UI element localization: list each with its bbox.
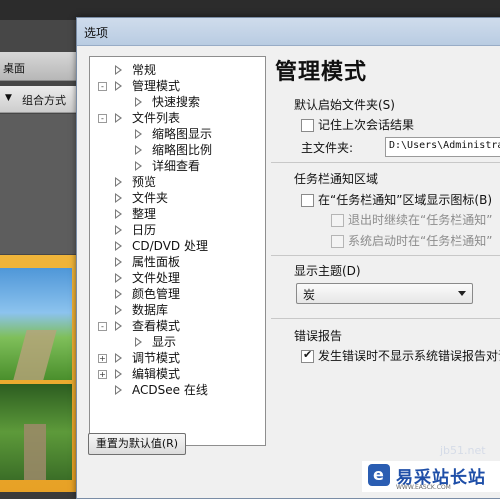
dialog-titlebar[interactable]: 选项 — [77, 18, 500, 46]
options-dialog: 选项 常规 - 管理模式快速搜索 - 文件列表缩略图显示缩略图比例详细查看预览文件夹整理… — [76, 17, 500, 499]
triangle-icon — [115, 385, 122, 395]
section-divider — [271, 255, 500, 256]
tree-item-label: ACDSee 在线 — [132, 383, 208, 397]
continue-on-exit-label: 退出时继续在“任务栏通知” — [348, 213, 493, 227]
show-tray-icon-label: 在“任务栏通知”区域显示图标(B) — [318, 193, 493, 207]
sort-toolbar: ▼ 组合方式 — [0, 86, 80, 113]
triangle-icon — [115, 177, 122, 187]
triangle-icon — [135, 337, 142, 347]
triangle-icon — [115, 113, 122, 123]
collapse-icon[interactable]: - — [98, 114, 107, 123]
tree-item-label: 调节模式 — [132, 351, 181, 365]
tree-item-label: 预览 — [132, 175, 157, 189]
main-folder-field[interactable]: D:\Users\Administrator — [385, 137, 500, 157]
section-divider — [271, 318, 500, 319]
reset-defaults-button[interactable]: 重置为默认值(R) — [88, 433, 186, 455]
collapse-icon[interactable]: - — [98, 322, 107, 331]
watermark-url: WWW.EASCK.COM — [396, 484, 451, 491]
triangle-icon — [135, 97, 142, 107]
triangle-icon — [115, 241, 122, 251]
site-logo-icon — [368, 464, 390, 486]
folder-panel — [0, 114, 80, 254]
watermark-logo: 易采站长站 WWW.EASCK.COM — [362, 461, 500, 492]
remember-session-label: 记住上次会话结果 — [318, 118, 415, 132]
tree-item-label: 数据库 — [132, 303, 169, 317]
chevron-down-icon — [458, 291, 466, 296]
triangle-icon — [115, 321, 122, 331]
triangle-icon — [115, 273, 122, 283]
theme-selected-value: 炭 — [303, 288, 316, 302]
tree-item-label: 缩略图显示 — [152, 127, 213, 141]
dropdown-arrow-icon[interactable]: ▼ — [5, 93, 12, 103]
tree-item-label: 管理模式 — [132, 79, 181, 93]
thumbnail-image[interactable] — [0, 384, 72, 480]
triangle-icon — [115, 209, 122, 219]
triangle-icon — [115, 353, 122, 363]
triangle-icon — [115, 225, 122, 235]
collapse-icon[interactable]: - — [98, 82, 107, 91]
expand-icon[interactable]: + — [98, 370, 107, 379]
triangle-icon — [135, 145, 142, 155]
tree-item-label: 显示 — [152, 335, 177, 349]
suppress-error-report-label: 发生错误时不显示系统错误报告对话框 — [318, 349, 500, 363]
error-report-section-label: 错误报告 — [294, 329, 343, 343]
section-divider — [271, 162, 500, 163]
triangle-icon — [135, 161, 142, 171]
tree-item-label: 详细查看 — [152, 159, 201, 173]
main-folder-label: 主文件夹: — [301, 141, 354, 155]
tree-item-label: CD/DVD 处理 — [132, 239, 208, 253]
tree-item-label: 快速搜索 — [152, 95, 201, 109]
show-tray-icon-checkbox[interactable] — [301, 194, 314, 207]
suppress-error-report-checkbox[interactable] — [301, 348, 314, 363]
group-by-button[interactable]: 组合方式 — [22, 92, 66, 108]
startup-folder-section-label: 默认启始文件夹(S) — [294, 98, 395, 112]
remember-session-checkbox[interactable] — [301, 119, 314, 132]
tree-item-label: 常规 — [132, 63, 157, 77]
main-folder-value: D:\Users\Administrator — [389, 140, 500, 151]
triangle-icon — [115, 65, 122, 75]
triangle-icon — [135, 129, 142, 139]
tree-item-label: 查看模式 — [132, 319, 181, 333]
options-tree[interactable]: 常规 - 管理模式快速搜索 - 文件列表缩略图显示缩略图比例详细查看预览文件夹整理日历 C… — [89, 56, 266, 446]
app-toolbar: 桌面 — [0, 52, 80, 81]
continue-on-exit-checkbox[interactable] — [331, 214, 344, 227]
triangle-icon — [115, 305, 122, 315]
triangle-icon — [115, 369, 122, 379]
thumbnail-image[interactable] — [0, 268, 72, 380]
page-title: 管理模式 — [275, 60, 368, 85]
start-on-boot-label: 系统启动时在“任务栏通知” — [348, 234, 493, 248]
triangle-icon — [115, 257, 122, 267]
tree-item-label: 日历 — [132, 223, 157, 237]
triangle-icon — [115, 193, 122, 203]
triangle-icon — [115, 289, 122, 299]
tree-item-label: 颜色管理 — [132, 287, 181, 301]
expand-icon[interactable]: + — [98, 354, 107, 363]
tree-item-label: 文件夹 — [132, 191, 169, 205]
tree-item-label: 整理 — [132, 207, 157, 221]
dialog-title: 选项 — [84, 26, 109, 40]
taskbar-section-label: 任务栏通知区域 — [294, 172, 379, 186]
toolbar-label[interactable]: 桌面 — [3, 60, 25, 76]
tree-item-label: 缩略图比例 — [152, 143, 213, 157]
start-on-boot-checkbox[interactable] — [331, 235, 344, 248]
theme-section-label: 显示主题(D) — [294, 264, 361, 278]
tree-item-label: 文件列表 — [132, 111, 181, 125]
tree-item-label: 编辑模式 — [132, 367, 181, 381]
watermark-text: jb51.net — [440, 444, 486, 457]
triangle-icon — [115, 81, 122, 91]
theme-dropdown[interactable]: 炭 — [296, 283, 473, 304]
tree-item-label: 属性面板 — [132, 255, 181, 269]
tree-item-label: 文件处理 — [132, 271, 181, 285]
